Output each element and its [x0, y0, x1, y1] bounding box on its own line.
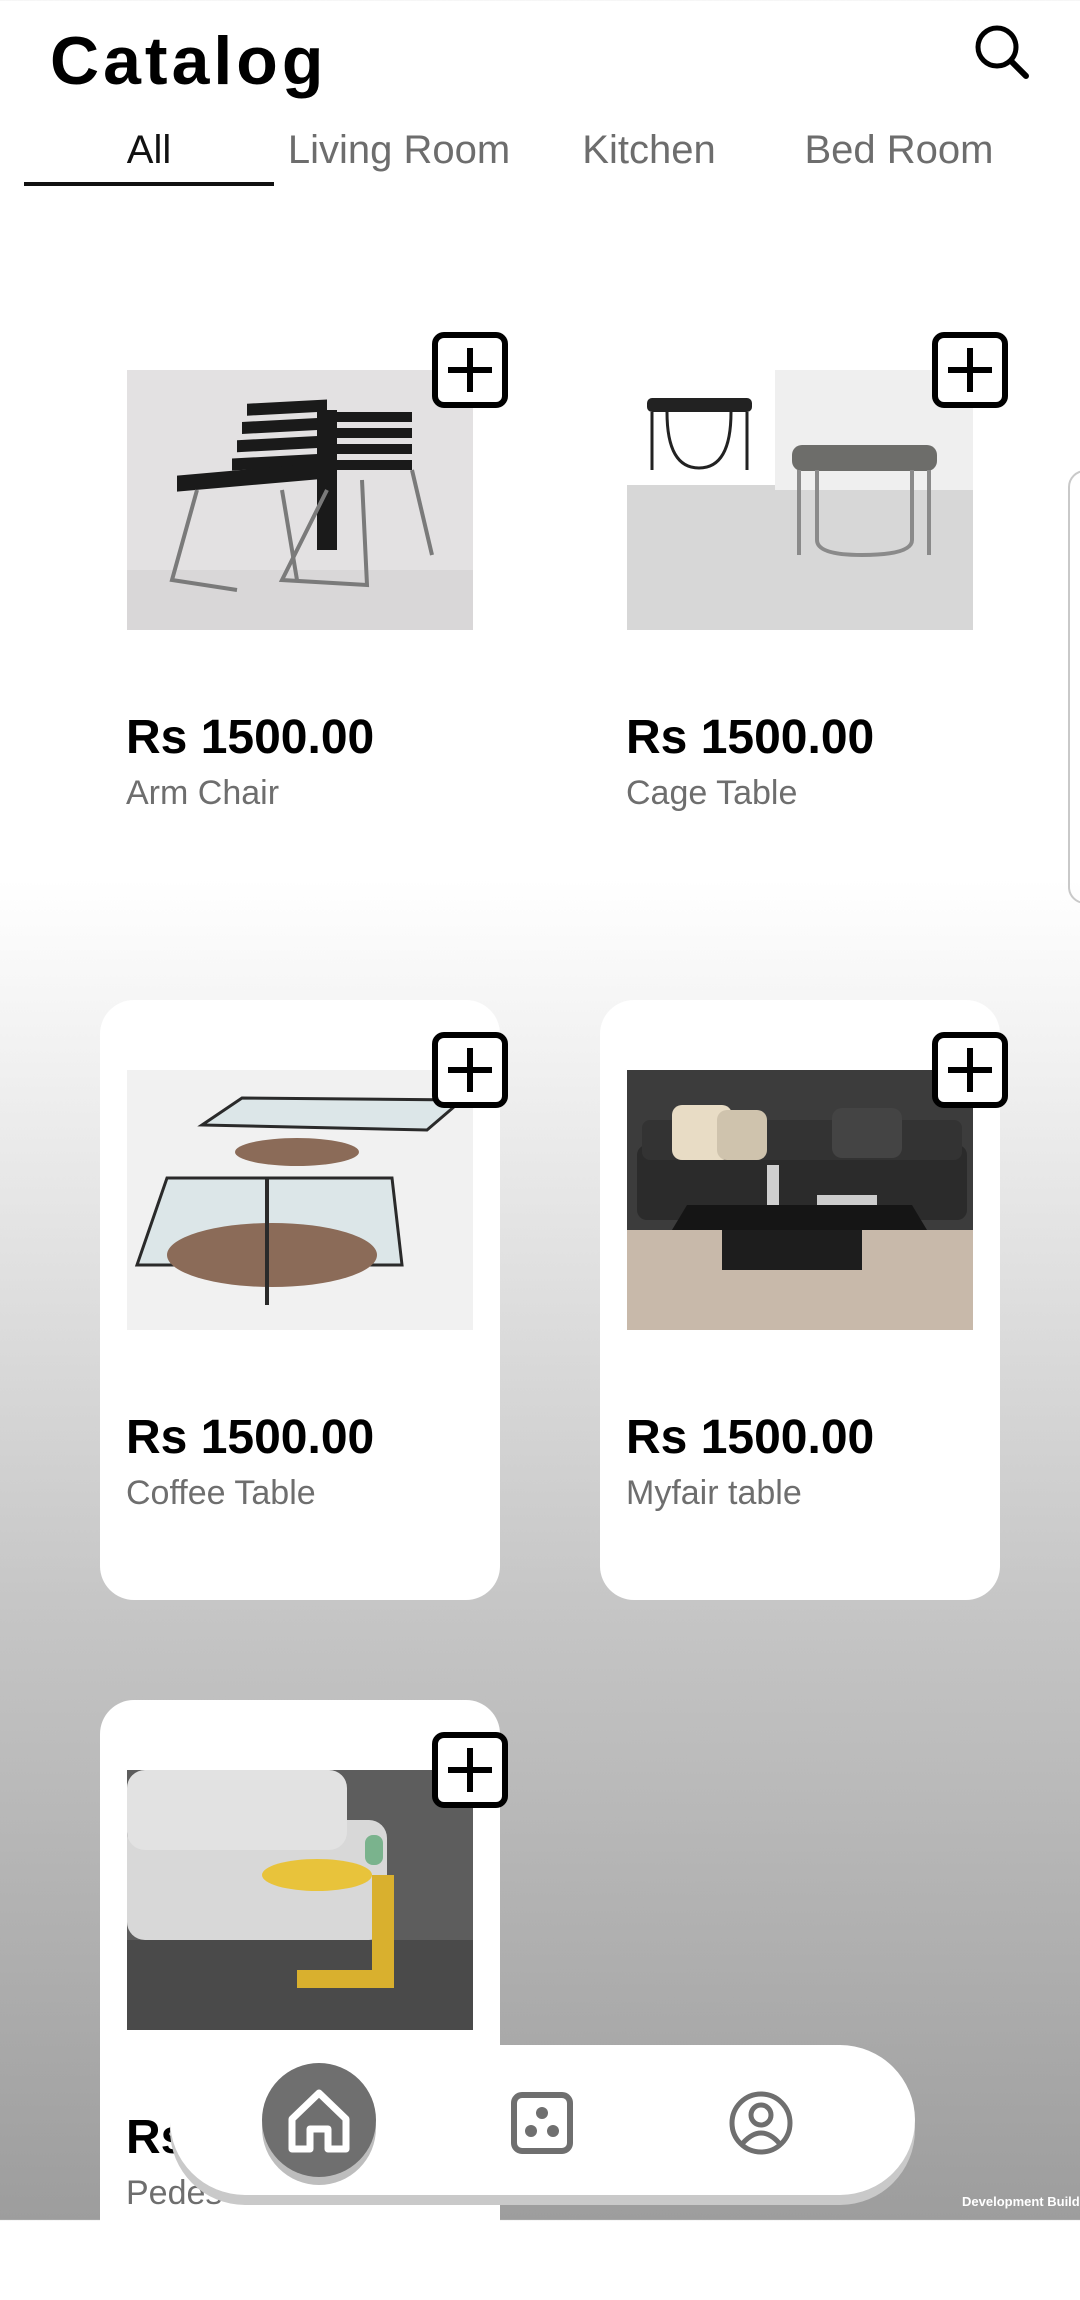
tab-kitchen[interactable]: Kitchen	[524, 120, 774, 186]
tab-all[interactable]: All	[24, 120, 274, 186]
nav-home-button[interactable]	[262, 2063, 376, 2177]
tab-bed-room[interactable]: Bed Room	[774, 120, 1024, 186]
product-name: Myfair table	[626, 1474, 802, 1512]
product-image	[127, 1070, 473, 1330]
nav-profile-button[interactable]	[725, 2087, 797, 2159]
add-to-cart-button[interactable]	[932, 332, 1008, 408]
product-name: Arm Chair	[126, 774, 280, 812]
product-card-coffee-table[interactable]: Rs 1500.00 Coffee Table	[100, 1000, 508, 1600]
add-to-cart-button[interactable]	[932, 1032, 1008, 1108]
search-button[interactable]	[970, 20, 1034, 84]
plus-square-icon[interactable]	[432, 1032, 508, 1108]
product-price: Rs 1500.00	[126, 711, 375, 764]
dev-build-label: Development Build	[962, 2194, 1080, 2209]
product-card-arm-chair[interactable]: Rs 1500.00 Arm Chair	[100, 300, 508, 900]
add-to-cart-button[interactable]	[432, 1732, 508, 1808]
product-card-myfair-table[interactable]: Rs 1500.00 Myfair table	[600, 1000, 1008, 1600]
add-to-cart-button[interactable]	[432, 332, 508, 408]
product-price: Rs 1500.00	[126, 1411, 375, 1464]
search-icon[interactable]	[970, 20, 1034, 84]
dice-icon[interactable]	[506, 2087, 578, 2159]
plus-square-icon[interactable]	[432, 332, 508, 408]
page-title: Catalog	[50, 23, 328, 99]
product-name: Cage Table	[626, 774, 798, 812]
plus-square-icon[interactable]	[432, 1732, 508, 1808]
plus-square-icon[interactable]	[932, 1032, 1008, 1108]
tab-living-room[interactable]: Living Room	[274, 120, 524, 186]
plus-square-icon[interactable]	[932, 332, 1008, 408]
user-icon[interactable]	[725, 2087, 797, 2159]
product-price: Rs 1500.00	[626, 711, 875, 764]
product-image	[127, 1770, 473, 2030]
product-card-cage-table[interactable]: Rs 1500.00 Cage Table	[600, 300, 1008, 900]
tab-underline	[24, 182, 274, 186]
bottom-navigation	[170, 2045, 915, 2195]
product-price: Rs 1500.00	[626, 1411, 875, 1464]
nav-dice-button[interactable]	[506, 2087, 578, 2159]
product-name: Coffee Table	[126, 1474, 316, 1512]
home-icon[interactable]	[262, 2063, 376, 2177]
side-scroll-handle[interactable]	[1068, 470, 1080, 904]
product-image	[627, 1070, 973, 1330]
add-to-cart-button[interactable]	[432, 1032, 508, 1108]
product-image	[127, 370, 473, 630]
product-card-pedestal[interactable]: Rs Pedes	[100, 1700, 508, 2300]
product-image	[627, 370, 973, 630]
category-tabs: All Living Room Kitchen Bed Room	[0, 120, 1080, 190]
